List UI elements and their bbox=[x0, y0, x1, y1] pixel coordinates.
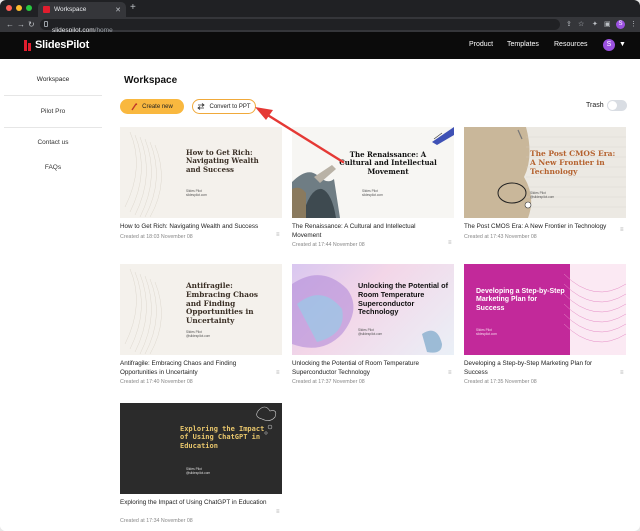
toggle-knob bbox=[608, 101, 617, 110]
nav-resources[interactable]: Resources bbox=[554, 41, 587, 48]
thumbnail-title: Unlocking the Potential of Room Temperat… bbox=[358, 281, 448, 317]
thumbnail-subtitle: Slides Pilot @slidespilot.com bbox=[186, 330, 211, 339]
lock-icon bbox=[44, 21, 48, 27]
site-header: SlidesPilot Product Templates Resources … bbox=[0, 32, 640, 59]
share-icon[interactable]: ⇪ bbox=[566, 20, 572, 29]
card-menu-icon[interactable]: ≡ bbox=[276, 232, 280, 238]
card-menu-icon[interactable]: ≡ bbox=[276, 509, 280, 515]
back-icon[interactable]: ← bbox=[6, 19, 14, 30]
thumbnail-title: Antifragile: Embracing Chaos and Finding… bbox=[186, 281, 258, 325]
card-created-at: Created at 17:35 November 08 bbox=[464, 379, 537, 385]
thumbnail-subtitle: Slides Pilot @slidespilot.com bbox=[530, 191, 555, 200]
thumbnail-subtitle: Slides Pilot slidespilot.com bbox=[476, 328, 497, 337]
thumbnail-title: The Renaissance: A Cultural and Intellec… bbox=[339, 150, 437, 176]
card-created-at: Created at 17:43 November 08 bbox=[464, 234, 537, 240]
browser-toolbar: ← → ↻ slidespilot.com/home ⇪ ☆ ✦ ▣ S ⋮ bbox=[0, 17, 640, 34]
logo-mark-icon bbox=[24, 39, 32, 51]
slidespilot-logo[interactable]: SlidesPilot bbox=[24, 39, 89, 51]
trash-label: Trash bbox=[586, 102, 604, 109]
forward-icon[interactable]: → bbox=[17, 19, 25, 30]
card-title[interactable]: Unlocking the Potential of Room Temperat… bbox=[292, 360, 442, 377]
sidebar-item-contact-us[interactable]: Contact us bbox=[4, 139, 102, 146]
reload-icon[interactable]: ↻ bbox=[28, 19, 35, 30]
thumbnail-title: How to Get Rich: Navigating Wealth and S… bbox=[186, 148, 259, 174]
slide-thumbnail[interactable]: Developing a Step-by-Step Marketing Plan… bbox=[464, 264, 626, 355]
thumbnail-title: Developing a Step-by-Step Marketing Plan… bbox=[476, 288, 565, 312]
sidepanel-icon[interactable]: ▣ bbox=[604, 20, 611, 29]
tab-close-icon[interactable]: ✕ bbox=[115, 6, 121, 14]
slide-thumbnail[interactable]: How to Get Rich: Navigating Wealth and S… bbox=[120, 127, 282, 218]
address-bar[interactable]: slidespilot.com/home bbox=[40, 19, 560, 34]
card-title[interactable]: How to Get Rich: Navigating Wealth and S… bbox=[120, 223, 270, 232]
card-menu-icon[interactable]: ≡ bbox=[620, 227, 624, 233]
browser-tab-workspace[interactable]: Workspace ✕ bbox=[38, 2, 126, 17]
presentation-card[interactable]: The Post CMOS Era: A New Frontier in Tec… bbox=[464, 127, 626, 245]
create-new-button[interactable]: Create new bbox=[120, 99, 184, 114]
presentation-card[interactable]: Exploring the Impact of Using ChatGPT in… bbox=[120, 403, 282, 529]
sidebar: Workspace Pilot Pro Contact us FAQs bbox=[0, 59, 104, 531]
convert-to-ppt-button[interactable]: Convert to PPT bbox=[192, 99, 256, 114]
sidebar-divider bbox=[4, 95, 102, 96]
logo-text: SlidesPilot bbox=[35, 39, 90, 51]
chevron-down-icon[interactable]: ▼ bbox=[619, 41, 626, 48]
bookmark-star-icon[interactable]: ☆ bbox=[578, 20, 584, 29]
browser-window: Workspace ✕ + ← → ↻ slidespilot.com/home… bbox=[0, 0, 640, 531]
user-avatar[interactable]: S bbox=[603, 39, 615, 51]
card-title[interactable]: The Post CMOS Era: A New Frontier in Tec… bbox=[464, 223, 614, 232]
presentation-card[interactable]: Antifragile: Embracing Chaos and Finding… bbox=[120, 264, 282, 390]
card-menu-icon[interactable]: ≡ bbox=[448, 370, 452, 376]
convert-to-ppt-label: Convert to PPT bbox=[209, 103, 251, 110]
sidebar-item-faqs[interactable]: FAQs bbox=[4, 164, 102, 171]
browser-menu-icon[interactable]: ⋮ bbox=[630, 20, 637, 29]
sidebar-divider bbox=[4, 127, 102, 128]
wand-icon bbox=[131, 102, 138, 110]
card-created-at: Created at 17:40 November 08 bbox=[120, 379, 193, 385]
thumbnail-subtitle: Slides Pilot @slidespilot.com bbox=[186, 467, 211, 476]
card-title[interactable]: Antifragile: Embracing Chaos and Finding… bbox=[120, 360, 270, 377]
slide-thumbnail[interactable]: Exploring the Impact of Using ChatGPT in… bbox=[120, 403, 282, 494]
swap-arrows-icon bbox=[197, 103, 206, 110]
thumbnail-title: Exploring the Impact of Using ChatGPT in… bbox=[180, 425, 265, 450]
thumbnail-subtitle: Slides Pilot slidespilot.com bbox=[362, 189, 383, 198]
card-menu-icon[interactable]: ≡ bbox=[620, 370, 624, 376]
new-tab-icon[interactable]: + bbox=[130, 3, 136, 13]
slide-thumbnail[interactable]: The Post CMOS Era: A New Frontier in Tec… bbox=[464, 127, 626, 218]
trash-toggle[interactable] bbox=[607, 100, 627, 111]
presentation-card[interactable]: The Renaissance: A Cultural and Intellec… bbox=[292, 127, 454, 253]
card-title[interactable]: The Renaissance: A Cultural and Intellec… bbox=[292, 223, 442, 240]
browser-tabbar: Workspace ✕ + bbox=[0, 0, 640, 17]
card-title[interactable]: Exploring the Impact of Using ChatGPT in… bbox=[120, 499, 270, 508]
presentation-card[interactable]: Unlocking the Potential of Room Temperat… bbox=[292, 264, 454, 390]
card-created-at: Created at 18:03 November 08 bbox=[120, 234, 193, 240]
tab-title: Workspace bbox=[54, 6, 87, 13]
window-controls bbox=[6, 5, 32, 11]
nav-templates[interactable]: Templates bbox=[507, 41, 539, 48]
card-menu-icon[interactable]: ≡ bbox=[448, 240, 452, 246]
thumbnail-subtitle: Slides Pilot @slidespilot.com bbox=[358, 328, 383, 337]
card-created-at: Created at 17:34 November 08 bbox=[120, 518, 193, 524]
extensions-icon[interactable]: ✦ bbox=[592, 20, 598, 29]
presentation-card[interactable]: How to Get Rich: Navigating Wealth and S… bbox=[120, 127, 282, 245]
slide-thumbnail[interactable]: Unlocking the Potential of Room Temperat… bbox=[292, 264, 454, 355]
card-menu-icon[interactable]: ≡ bbox=[276, 370, 280, 376]
thumbnail-subtitle: Slides Pilot slidespilot.com bbox=[186, 189, 207, 198]
maximize-window-button[interactable] bbox=[26, 5, 32, 11]
create-new-label: Create new bbox=[142, 103, 173, 110]
card-created-at: Created at 17:37 November 08 bbox=[292, 379, 365, 385]
favicon-icon bbox=[43, 6, 50, 13]
browser-profile-avatar[interactable]: S bbox=[616, 20, 625, 29]
card-created-at: Created at 17:44 November 08 bbox=[292, 242, 365, 248]
sidebar-item-pilot-pro[interactable]: Pilot Pro bbox=[4, 108, 102, 115]
slide-thumbnail[interactable]: Antifragile: Embracing Chaos and Finding… bbox=[120, 264, 282, 355]
page-title: Workspace bbox=[124, 75, 178, 86]
nav-product[interactable]: Product bbox=[469, 41, 493, 48]
card-title[interactable]: Developing a Step-by-Step Marketing Plan… bbox=[464, 360, 614, 377]
sidebar-item-workspace[interactable]: Workspace bbox=[4, 76, 102, 83]
presentation-card[interactable]: Developing a Step-by-Step Marketing Plan… bbox=[464, 264, 626, 390]
close-window-button[interactable] bbox=[6, 5, 12, 11]
thumbnail-title: The Post CMOS Era: A New Frontier in Tec… bbox=[530, 149, 616, 176]
slide-thumbnail[interactable]: The Renaissance: A Cultural and Intellec… bbox=[292, 127, 454, 218]
minimize-window-button[interactable] bbox=[16, 5, 22, 11]
